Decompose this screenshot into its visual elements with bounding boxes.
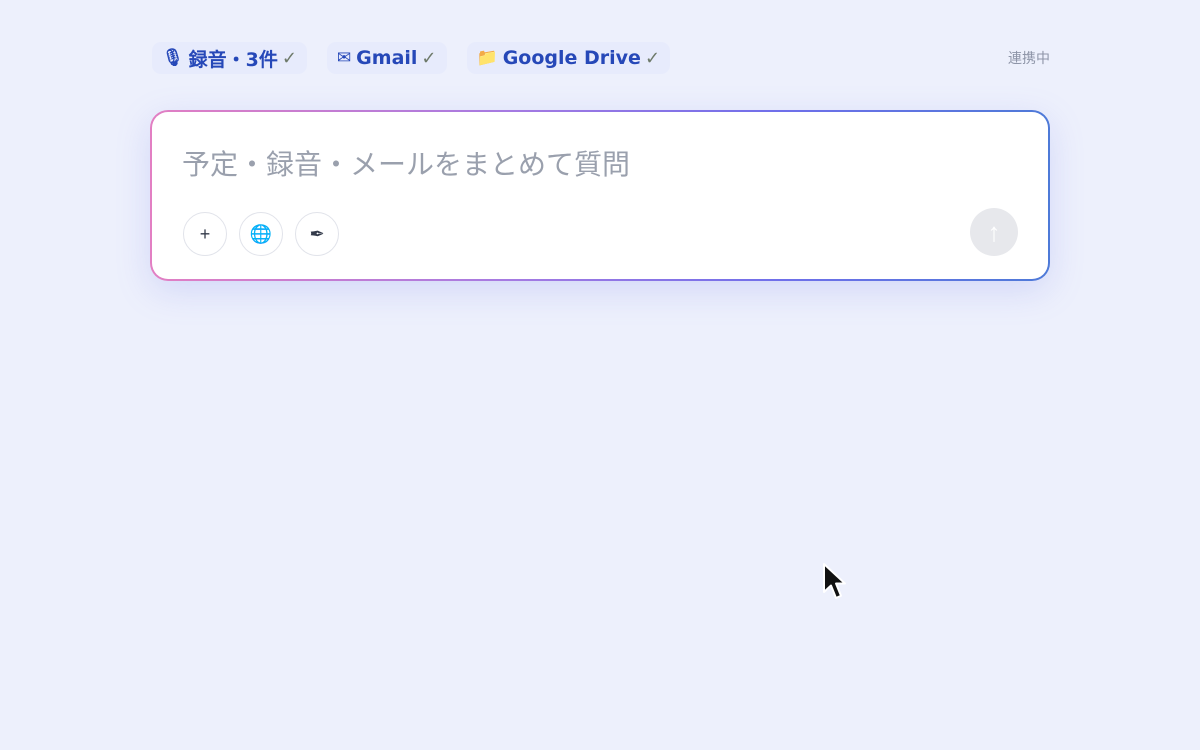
connection-status: 連携中 [1008,51,1050,67]
globe-icon: 🌐 [249,223,273,244]
composer-body: + 🌐 ✒ ↑ [152,112,1048,279]
source-chip-label: Google Drive [502,47,641,69]
source-chip-label: Gmail [356,47,418,69]
connected-sources-bar: 🎙 録音・3件 ✓ ✉ Gmail ✓ 📁 Google Drive ✓ 連携中 [152,40,1050,76]
prompt-input[interactable] [182,144,982,184]
check-icon: ✓ [421,47,437,69]
writing-style-button[interactable]: ✒ [295,212,339,256]
source-chip-label: 録音・3件 [188,48,278,71]
chat-composer: + 🌐 ✒ ↑ [150,110,1050,281]
source-chip-gmail[interactable]: ✉ Gmail ✓ [326,42,447,74]
pen-icon: ✒ [309,223,325,244]
check-icon: ✓ [281,47,297,69]
send-button[interactable]: ↑ [970,208,1018,256]
mouse-pointer-icon [823,563,846,599]
composer-toolbar: + 🌐 ✒ [183,212,351,256]
microphone-icon: 🎙 [162,48,184,68]
folder-icon: 📁 [476,48,498,68]
envelope-icon: ✉ [336,48,352,68]
web-search-button[interactable]: 🌐 [239,212,283,256]
plus-icon: + [199,223,211,244]
check-icon: ✓ [644,47,661,69]
add-attachment-button[interactable]: + [183,212,227,256]
arrow-up-icon: ↑ [987,216,1001,247]
source-chip-recordings[interactable]: 🎙 録音・3件 ✓ [152,42,307,74]
source-chip-google-drive[interactable]: 📁 Google Drive ✓ [466,42,671,74]
